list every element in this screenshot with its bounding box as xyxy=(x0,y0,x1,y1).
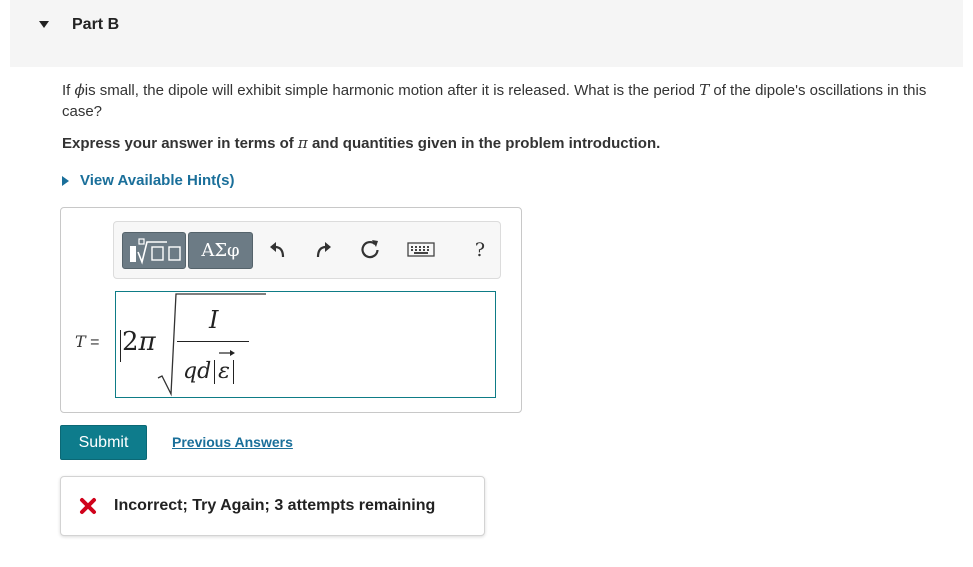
instruction-text-before: Express your answer in terms of xyxy=(62,135,298,152)
math-answer-input[interactable]: 2π I qd ε xyxy=(115,291,496,398)
fraction-bar xyxy=(177,341,249,342)
part-title: Part B xyxy=(72,16,120,33)
coefficient-pi: π xyxy=(138,327,156,357)
help-button[interactable]: ? xyxy=(466,236,494,264)
input-cursor-start xyxy=(120,330,121,362)
coefficient: 2π xyxy=(122,327,156,357)
submit-button[interactable]: Submit xyxy=(60,425,147,460)
question-text-before: If xyxy=(62,82,75,99)
redo-icon xyxy=(316,242,331,258)
abs-bar-left xyxy=(214,359,216,384)
instruction-text-after: and quantities given in the problem intr… xyxy=(307,135,661,152)
denominator-prefix: qd xyxy=(183,359,212,384)
reset-icon xyxy=(361,240,379,259)
fraction-numerator: I xyxy=(209,306,219,334)
redo-button[interactable] xyxy=(309,236,337,264)
answer-instruction: Express your answer in terms of π and qu… xyxy=(62,134,660,152)
keyboard-button[interactable] xyxy=(404,236,438,264)
period-symbol: T xyxy=(699,81,710,99)
fraction-denominator: qd ε xyxy=(183,350,237,384)
x-mark-icon xyxy=(80,498,96,514)
feedback-panel: Incorrect; Try Again; 3 attempts remaini… xyxy=(60,476,485,536)
keyboard-icon xyxy=(407,242,435,257)
reset-button[interactable] xyxy=(356,236,384,264)
previous-answers-link[interactable]: Previous Answers xyxy=(172,434,293,450)
caret-right-icon xyxy=(62,175,69,186)
templates-button[interactable] xyxy=(122,232,186,269)
abs-bar-right xyxy=(232,359,234,384)
answer-variable: T xyxy=(75,332,86,351)
view-hints-label: View Available Hint(s) xyxy=(80,172,235,189)
part-header: Part B xyxy=(10,0,963,67)
pi-symbol: π xyxy=(297,134,308,152)
phi-symbol: ϕ xyxy=(74,81,85,99)
vector-epsilon: ε xyxy=(218,350,236,384)
view-hints-link[interactable]: View Available Hint(s) xyxy=(62,172,235,189)
vector-arrow-icon xyxy=(219,350,236,356)
undo-icon xyxy=(270,242,285,258)
answer-box: ΑΣφ ? T = 2π I qd ε xyxy=(60,207,522,413)
coefficient-number: 2 xyxy=(122,327,139,357)
undo-button[interactable] xyxy=(264,236,292,264)
question-text: If ϕis small, the dipole will exhibit si… xyxy=(62,80,962,122)
feedback-message: Incorrect; Try Again; 3 attempts remaini… xyxy=(114,497,436,514)
equals-sign: = xyxy=(90,334,100,351)
answer-variable-label: T = xyxy=(75,332,99,352)
templates-icon xyxy=(130,238,181,265)
question-text-middle: is small, the dipole will exhibit simple… xyxy=(84,82,700,99)
math-toolbar: ΑΣφ ? xyxy=(113,221,501,279)
symbols-button[interactable]: ΑΣφ xyxy=(188,232,253,269)
collapse-caret-icon[interactable] xyxy=(39,21,49,28)
epsilon-symbol: ε xyxy=(218,359,230,384)
